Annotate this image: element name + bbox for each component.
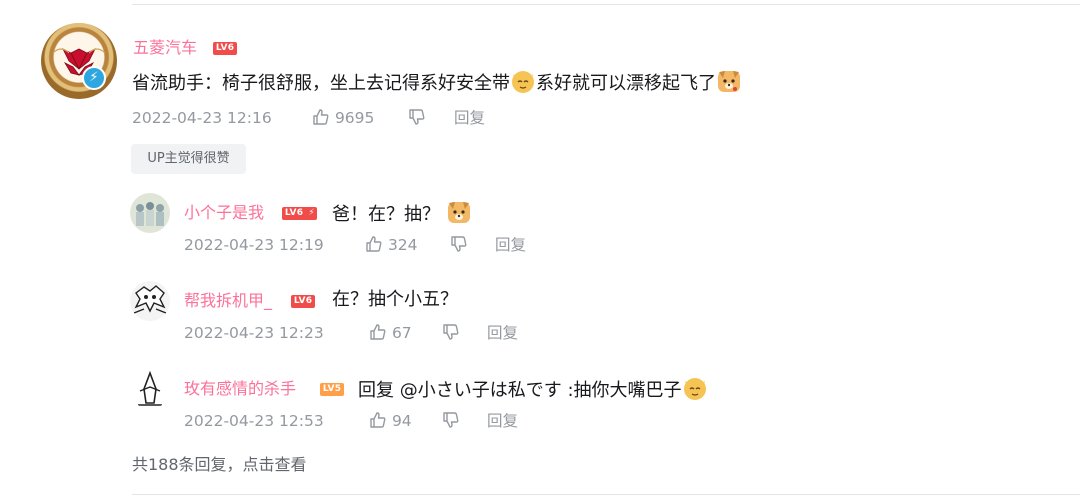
view-all-replies-link[interactable]: 点击查看 [243, 455, 307, 474]
cat-face-emoji-icon [512, 71, 534, 93]
thumbs-up-icon [370, 412, 386, 428]
dog-face-emoji-icon [718, 71, 740, 92]
main-timestamp: 2022-04-23 12:16 [132, 109, 272, 127]
main-dislike-button[interactable] [408, 108, 426, 128]
main-username[interactable]: 五菱汽车 [133, 38, 197, 58]
doge-emoji-icon [447, 202, 470, 223]
reply3-username[interactable]: 玫有感情的杀手 [184, 379, 296, 399]
reply2-level-badge: LV6 [291, 295, 315, 308]
reply1-reply-button[interactable]: 回复 [495, 235, 526, 255]
reply2-avatar[interactable] [130, 281, 170, 321]
reply1-like-count: 324 [387, 236, 418, 254]
thumbs-up-icon [370, 324, 386, 340]
reply1-text: 爸！在？抽？ [332, 199, 472, 228]
up-liked-tag: UP主觉得很赞 [131, 144, 246, 174]
reply2-dislike-button[interactable] [442, 323, 460, 343]
group-photo-avatar-icon [130, 193, 170, 233]
reply1-dislike-button[interactable] [450, 235, 468, 255]
reply1-like-button[interactable]: 324 [365, 235, 418, 255]
wuling-logo-icon [52, 48, 106, 76]
reply3-avatar[interactable] [130, 369, 170, 409]
reply2-like-button[interactable]: 67 [369, 323, 412, 343]
reply1-avatar[interactable] [130, 193, 170, 233]
lightning-verified-icon: ⚡ [82, 66, 106, 90]
thumbs-up-icon [313, 109, 329, 125]
reply3-timestamp: 2022-04-23 12:53 [184, 412, 324, 430]
reply3-like-count: 94 [391, 412, 412, 430]
reply1-text-body: 爸！在？抽？ [332, 204, 440, 225]
bottom-divider [132, 494, 1080, 495]
lightning-icon: ⚡ [306, 207, 317, 220]
reply2-like-count: 67 [391, 324, 412, 342]
thumbs-up-icon [366, 236, 382, 252]
main-comment-text: 省流助手：椅子很舒服，坐上去记得系好安全带 系好就可以漂移起飞了 [132, 68, 742, 97]
level-badge: LV6 [213, 42, 237, 55]
reply3-reply-button[interactable]: 回复 [487, 411, 518, 431]
thumbs-down-icon [451, 236, 467, 252]
main-text-part2: 系好就可以漂移起飞了 [536, 73, 716, 94]
sketch-figure-avatar-icon [130, 369, 170, 409]
thumbs-down-icon [443, 324, 459, 340]
replies-footer: 共188条回复，点击查看 [132, 455, 307, 475]
main-text-part1: 省流助手：椅子很舒服，坐上去记得系好安全带 [132, 73, 510, 94]
reply-count-text: 共188条回复， [132, 455, 243, 474]
top-divider [132, 4, 1080, 5]
reply3-dislike-button[interactable] [442, 411, 460, 431]
thumbs-down-icon [409, 109, 425, 125]
cat-face-emoji-icon [683, 378, 706, 400]
reply2-username[interactable]: 帮我拆机甲_ [184, 291, 272, 311]
reply2-timestamp: 2022-04-23 12:23 [184, 324, 324, 342]
thumbs-down-icon [443, 412, 459, 428]
main-reply-button[interactable]: 回复 [454, 108, 485, 128]
reply2-text: 在？抽个小五？ [332, 289, 458, 310]
reply1-timestamp: 2022-04-23 12:19 [184, 236, 324, 254]
reply3-like-button[interactable]: 94 [369, 411, 412, 431]
main-like-button[interactable]: 9695 [312, 108, 374, 128]
reply1-username[interactable]: 小个子是我 [184, 203, 264, 223]
reply1-level-badge: LV6 [282, 207, 306, 220]
reply3-level-badge: LV5 [320, 383, 344, 396]
manga-character-avatar-icon [130, 281, 170, 321]
avatar-wuling[interactable] [41, 23, 117, 99]
reply3-text-body: 回复 @小さい子は私です :抽你大嘴巴子 [358, 380, 682, 401]
main-like-count: 9695 [334, 109, 375, 127]
reply3-text: 回复 @小さい子は私です :抽你大嘴巴子 [358, 375, 708, 404]
reply2-reply-button[interactable]: 回复 [487, 323, 518, 343]
